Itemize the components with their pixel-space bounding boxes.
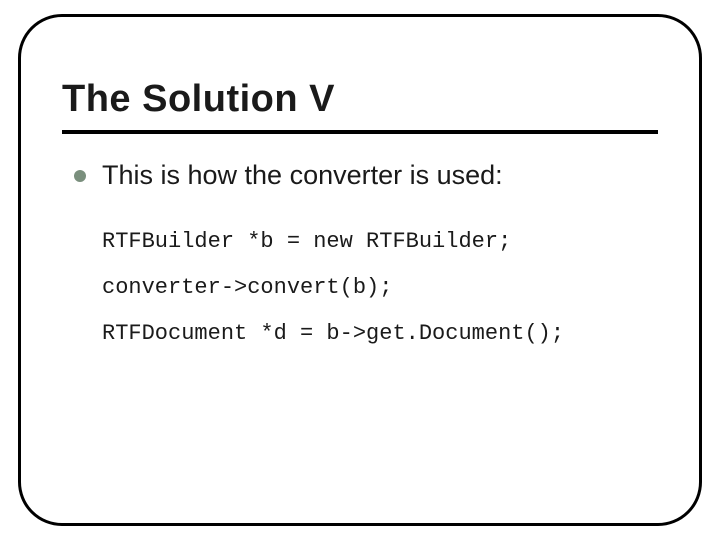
bullet-item: This is how the converter is used: bbox=[74, 160, 650, 191]
slide-body: This is how the converter is used: RTFBu… bbox=[74, 160, 650, 358]
code-line-2: converter->convert(b); bbox=[102, 275, 392, 300]
title-underline bbox=[62, 130, 658, 134]
bullet-text: This is how the converter is used: bbox=[102, 160, 503, 191]
bullet-dot-icon bbox=[74, 170, 86, 182]
code-line-3: RTFDocument *d = b->get.Document(); bbox=[102, 321, 564, 346]
code-line-1: RTFBuilder *b = new RTFBuilder; bbox=[102, 229, 511, 254]
slide: The Solution V This is how the converter… bbox=[0, 0, 720, 540]
slide-title: The Solution V bbox=[62, 78, 335, 121]
code-block: RTFBuilder *b = new RTFBuilder; converte… bbox=[102, 219, 650, 358]
